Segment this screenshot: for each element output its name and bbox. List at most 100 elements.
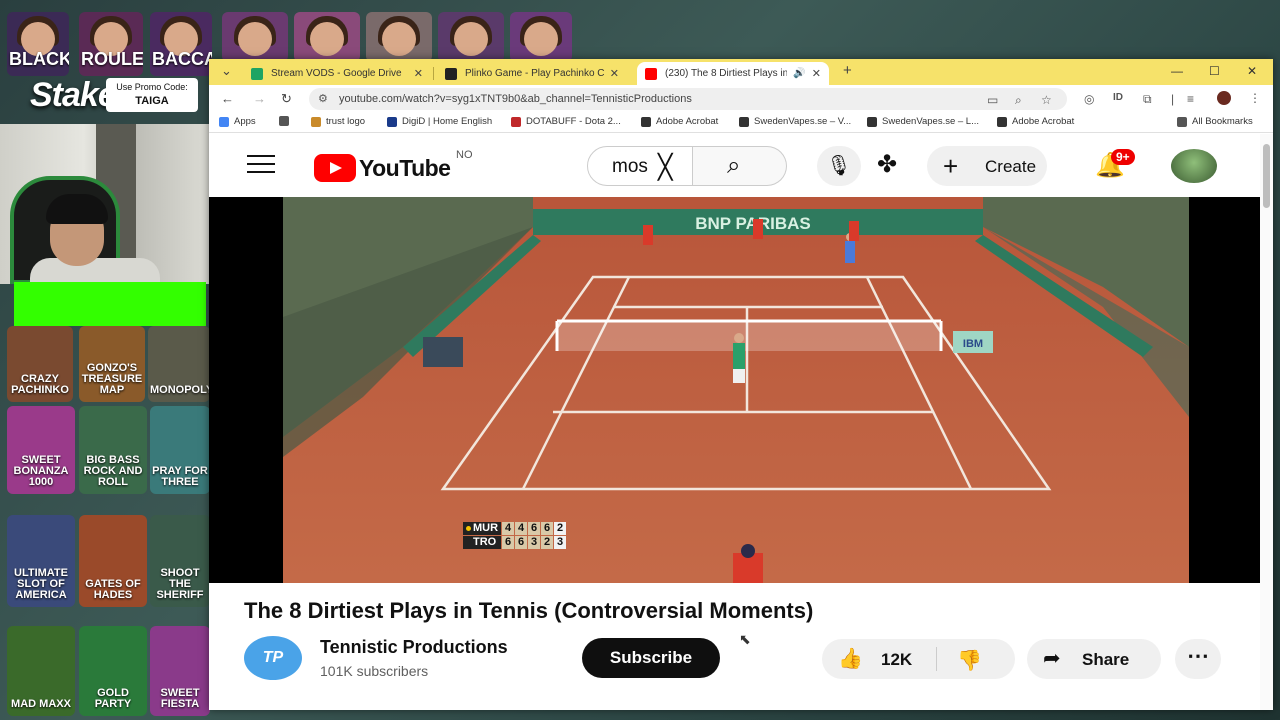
bookmark-label: Adobe Acrobat [1012, 116, 1075, 127]
scoreboard: MUR 4 4 6 6 2 TRO 6 6 3 2 3 [463, 522, 566, 550]
close-icon[interactable]: ✕ [414, 67, 423, 80]
game-tile-label: SWEET FIESTA [160, 687, 200, 710]
back-button[interactable]: ← [221, 91, 234, 106]
close-icon[interactable]: ✕ [812, 67, 821, 80]
dislike-button[interactable]: 👎 [957, 648, 982, 673]
tab-search-icon[interactable]: ⌄ [221, 63, 232, 79]
set-score: 2 [541, 536, 553, 549]
game-tile [222, 12, 288, 62]
search-input[interactable]: mos ╳ [587, 146, 693, 186]
bookmark-item[interactable]: DigiD | Home English [387, 116, 492, 127]
stake-icon [445, 67, 457, 80]
extension-id-icon[interactable]: ID [1113, 92, 1123, 103]
game-tile-label: BIG BASS ROCK AND ROLL [83, 454, 143, 488]
bookmark-label: DigiD | Home English [402, 116, 493, 127]
address-bar: ← → ↻ ⚙ youtube.com/watch?v=syg1xTNT9b0&… [209, 85, 1273, 113]
game-tile [438, 12, 504, 62]
bookmark-item[interactable]: Apps [219, 116, 256, 127]
extension-eye-icon[interactable]: ◎ [1084, 92, 1094, 106]
bookmark-item[interactable]: Adobe Acrobat [997, 116, 1074, 127]
promo-code: TAIGA [135, 95, 169, 107]
game-tile: CRAZY PACHINKO [7, 326, 73, 402]
reload-button[interactable]: ↻ [281, 91, 292, 107]
game-tile [366, 12, 432, 62]
tab-google-drive[interactable]: Stream VODS - Google Drive ✕ [243, 62, 431, 85]
tab-youtube[interactable]: (230) The 8 Dirtiest Plays in 🔊 ✕ [637, 62, 829, 85]
game-tile: ROULETTE [79, 12, 143, 76]
mouse-cursor-icon: ⬉ [739, 631, 751, 647]
game-tile: MAD MAXX [7, 626, 75, 716]
bookmark-favicon-icon [219, 116, 229, 127]
set-score: 4 [515, 522, 527, 535]
bookmark-star-icon[interactable]: ☆ [1041, 93, 1052, 107]
video-title: The 8 Dirtiest Plays in Tennis (Controve… [244, 598, 814, 623]
game-tile: PRAY FOR THREE [150, 406, 210, 494]
clear-search-icon[interactable]: ╳ [658, 153, 672, 182]
subscribe-button[interactable]: Subscribe [582, 638, 720, 678]
game-tile-label: ULTIMATE SLOT OF AMERICA [14, 567, 68, 601]
scroll-thumb[interactable] [1263, 144, 1270, 208]
minimize-button[interactable]: — [1171, 64, 1183, 78]
close-window-button[interactable]: ✕ [1247, 64, 1257, 78]
folder-icon [1177, 116, 1187, 127]
maximize-button[interactable]: ☐ [1209, 64, 1220, 78]
share-button[interactable]: ➦ Share [1027, 639, 1161, 679]
browser-menu-icon[interactable]: ⋮ [1249, 91, 1261, 105]
ibm-sign: IBM [963, 338, 983, 350]
site-info-icon[interactable]: ⚙ [318, 92, 328, 105]
youtube-page: YouTube NO mos ╳ ⌕ 🎙 ✤ + Create 🔔 9+ BNP… [209, 134, 1273, 710]
hamburger-menu-icon[interactable] [247, 155, 275, 175]
tab-strip: ⌄ Stream VODS - Google Drive ✕ Plinko Ga… [209, 59, 1273, 85]
score-row: MUR 4 4 6 6 2 [463, 522, 566, 535]
bookmark-label: DOTABUFF - Dota 2... [526, 116, 621, 127]
game-tile-label: MAD MAXX [11, 698, 71, 710]
player-name: TRO [463, 536, 501, 549]
new-tab-button[interactable]: + [843, 62, 852, 79]
bookmark-item[interactable]: DOTABUFF - Dota 2... [511, 116, 621, 127]
set-score: 3 [528, 536, 540, 549]
extensions-puzzle-icon[interactable]: ⧉ [1143, 92, 1152, 107]
set-score: 6 [541, 522, 553, 535]
extension-blob-icon[interactable]: ✤ [877, 150, 897, 179]
url-field[interactable]: ⚙ youtube.com/watch?v=syg1xTNT9b0&ab_cha… [309, 88, 1067, 110]
set-score: 6 [515, 536, 527, 549]
game-tile: BACCARAT [150, 12, 212, 76]
page-scrollbar[interactable] [1260, 134, 1273, 710]
speaker-icon[interactable]: 🔊 [793, 68, 805, 79]
channel-avatar[interactable]: TP [244, 636, 302, 680]
more-actions-button[interactable]: ⋯ [1175, 639, 1221, 679]
user-avatar[interactable] [1171, 149, 1217, 183]
bookmark-favicon-icon [997, 116, 1007, 127]
set-score: 6 [502, 536, 514, 549]
like-count: 12K [881, 650, 913, 669]
youtube-logo[interactable]: YouTube [314, 154, 451, 182]
bookmark-label: Adobe Acrobat [656, 116, 719, 127]
bookmark-item[interactable]: SwedenVapes.se – L... [867, 116, 979, 127]
close-icon[interactable]: ✕ [610, 67, 619, 80]
set-score: 2 [554, 522, 566, 535]
search-button[interactable]: ⌕ [693, 146, 787, 186]
game-tile: SWEET BONANZA 1000 [7, 406, 75, 494]
channel-name[interactable]: Tennistic Productions [320, 637, 508, 658]
forward-button[interactable]: → [253, 91, 266, 106]
cast-icon[interactable]: ▭ [987, 93, 998, 107]
bookmark-item[interactable] [279, 116, 294, 126]
bookmark-item[interactable]: Adobe Acrobat [641, 116, 718, 127]
profile-avatar-icon[interactable] [1217, 91, 1231, 105]
game-tile: GOLD PARTY [79, 626, 147, 716]
zoom-icon[interactable]: ⌕ [1015, 93, 1022, 108]
media-control-icon[interactable]: ≡ [1187, 92, 1194, 106]
like-button[interactable]: 👍 [838, 646, 863, 671]
bookmark-item[interactable]: SwedenVapes.se – V... [739, 116, 851, 127]
bookmark-item[interactable]: All Bookmarks [1177, 116, 1253, 127]
game-tile-label: GONZO'S TREASURE MAP [81, 362, 143, 396]
set-score: 6 [528, 522, 540, 535]
set-score: 4 [502, 522, 514, 535]
bookmark-favicon-icon [641, 116, 651, 127]
voice-search-button[interactable]: 🎙 [817, 146, 861, 186]
tab-plinko[interactable]: Plinko Game - Play Pachinko Ca ✕ [437, 62, 627, 85]
create-button[interactable]: + Create [927, 146, 1047, 186]
game-tile: ULTIMATE SLOT OF AMERICA [7, 515, 75, 607]
video-player[interactable]: BNP PARIBAS IBM MUR 4 4 6 6 2 TRO 6 6 3 … [209, 197, 1260, 583]
bookmark-item[interactable]: trust logo [311, 116, 365, 127]
